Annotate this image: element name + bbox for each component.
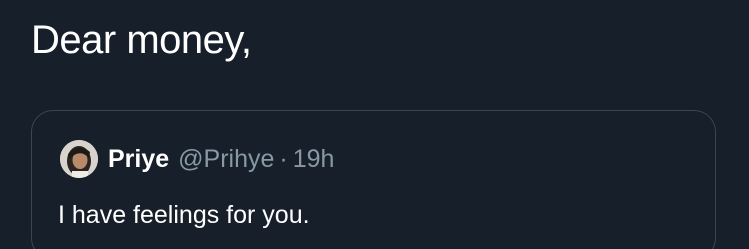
quoted-tweet-card[interactable]: Priye @Prihye · 19h I have feelings for … (31, 110, 716, 249)
quoted-tweet-text: I have feelings for you. (58, 201, 310, 229)
timestamp[interactable]: 19h (293, 145, 335, 174)
avatar-image (60, 140, 98, 178)
quoted-tweet-header: Priye @Prihye · 19h (60, 139, 334, 179)
separator-dot: · (279, 144, 288, 173)
author-handle[interactable]: @Prihye (178, 145, 274, 174)
tweet-text: Dear money, (31, 18, 252, 62)
avatar[interactable] (60, 140, 98, 178)
author-name[interactable]: Priye (108, 145, 169, 174)
